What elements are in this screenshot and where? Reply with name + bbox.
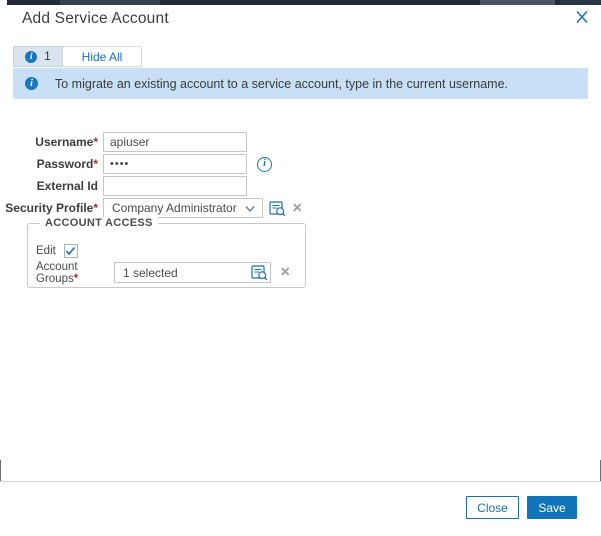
info-count-label: 1 <box>44 50 51 63</box>
security-profile-select[interactable]: Company Administrator <box>103 198 263 218</box>
footer-buttons: Close Save <box>466 496 577 519</box>
account-access-legend: ACCOUNT ACCESS <box>40 217 158 229</box>
background-header-segment <box>60 0 160 5</box>
info-icon: i <box>25 50 38 63</box>
security-profile-value: Company Administrator <box>112 201 237 215</box>
password-row: Password* i <box>0 154 272 174</box>
edit-checkbox[interactable] <box>63 244 78 258</box>
external-id-input[interactable] <box>103 176 247 196</box>
save-button[interactable]: Save <box>527 496 577 519</box>
tab-bar: i 1 Hide All <box>13 46 142 67</box>
edit-label: Edit <box>36 245 56 257</box>
close-x-icon <box>576 10 588 24</box>
tab-info-count[interactable]: i 1 <box>13 46 63 67</box>
close-icon[interactable] <box>573 9 591 27</box>
hide-all-label: Hide All <box>81 49 123 64</box>
account-groups-lookup-button[interactable] <box>251 264 268 281</box>
checkmark-icon <box>66 246 76 256</box>
background-header-segment <box>480 0 555 5</box>
account-access-fieldset: ACCOUNT ACCESS Edit Account Groups* 1 se… <box>27 217 306 288</box>
security-profile-label: Security Profile* <box>5 201 98 215</box>
username-row: Username* <box>0 132 247 152</box>
tab-hide-all[interactable]: Hide All <box>63 46 142 67</box>
password-info-icon[interactable]: i <box>257 156 272 172</box>
add-service-account-dialog: Add Service Account i 1 Hide All i To mi… <box>0 0 601 536</box>
external-id-label: External Id <box>36 179 98 193</box>
close-button[interactable]: Close <box>466 496 519 519</box>
required-marker: * <box>93 157 98 171</box>
password-label: Password* <box>36 157 98 171</box>
lookup-search-icon <box>269 200 286 216</box>
info-icon: i <box>25 77 38 90</box>
chevron-down-icon <box>245 206 255 213</box>
account-groups-label: Account Groups* <box>36 260 79 285</box>
lookup-search-icon <box>251 265 268 281</box>
required-marker: * <box>93 135 98 149</box>
security-profile-row: Security Profile* Company Administrator … <box>0 198 302 218</box>
security-profile-clear-icon[interactable]: ✕ <box>292 202 302 215</box>
account-groups-row: Account Groups* ✕ <box>36 260 290 285</box>
dialog-title: Add Service Account <box>22 10 169 27</box>
username-label: Username* <box>35 135 98 149</box>
info-banner: i To migrate an existing account to a se… <box>13 68 588 99</box>
security-profile-lookup-button[interactable] <box>269 200 286 217</box>
background-page-header <box>7 0 601 5</box>
password-input[interactable] <box>103 154 247 174</box>
dialog-edge-left <box>0 460 1 481</box>
footer-divider <box>0 481 601 482</box>
edit-row: Edit <box>36 243 78 259</box>
account-groups-clear-icon[interactable]: ✕ <box>280 266 290 279</box>
required-marker: * <box>93 201 98 215</box>
background-header-segment <box>560 0 601 5</box>
required-marker: * <box>73 272 79 285</box>
external-id-row: External Id <box>0 176 247 196</box>
account-groups-input[interactable] <box>114 262 271 283</box>
banner-message: To migrate an existing account to a serv… <box>55 76 509 91</box>
username-input[interactable] <box>103 132 247 152</box>
